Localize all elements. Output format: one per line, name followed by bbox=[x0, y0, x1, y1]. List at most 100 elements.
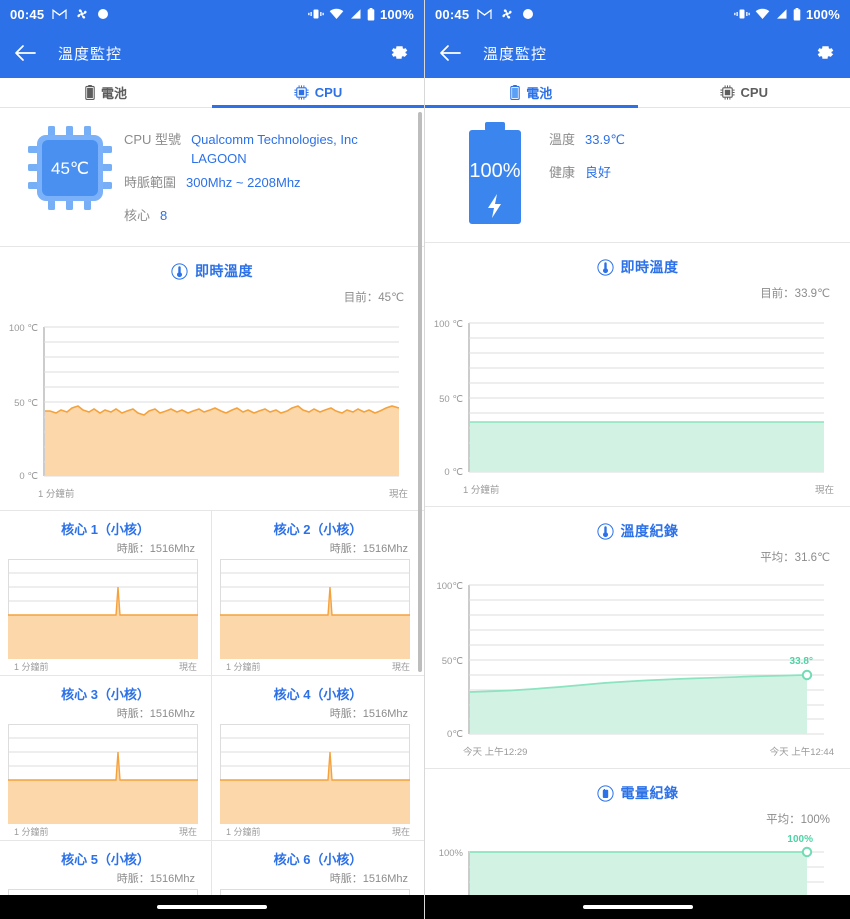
page-title: 溫度監控 bbox=[58, 45, 123, 63]
battery-info-row-health: 健康 良好 bbox=[549, 163, 834, 182]
system-nav-bar bbox=[0, 895, 424, 919]
section-title: 電量紀錄 bbox=[425, 779, 850, 805]
core-card-3: 核心 3（小核） 時脈：1516Mhz 1 分鐘前 現在 bbox=[0, 676, 212, 841]
x-end: 現在 bbox=[391, 827, 410, 837]
right-realtime-title: 即時溫度 bbox=[620, 259, 679, 275]
core-title: 核心 1（小核） bbox=[61, 522, 150, 537]
battery-history-point-label: 100% bbox=[787, 834, 813, 845]
core-card-4: 核心 4（小核） 時脈：1516Mhz 1 分鐘前 現在 bbox=[212, 676, 424, 841]
core-card-5: 核心 5（小核） 時脈：1516Mhz 1 分鐘前 現在 bbox=[0, 841, 212, 895]
status-battery-percent: 100% bbox=[805, 6, 840, 22]
x-start: 1 分鐘前 bbox=[14, 662, 49, 672]
chart-svg: 100 ℃ 50 ℃ 0 ℃ bbox=[9, 323, 400, 482]
circle-icon bbox=[522, 8, 534, 20]
cpu-cores-value: 8 bbox=[160, 208, 168, 223]
tab-cpu[interactable]: CPU bbox=[638, 78, 850, 107]
battery-level-badge: 100% bbox=[441, 122, 549, 226]
x-end: 現在 bbox=[391, 662, 410, 672]
wifi-icon bbox=[329, 8, 344, 20]
svg-text:50 ℃: 50 ℃ bbox=[14, 398, 38, 409]
tab-battery-label: 電池 bbox=[526, 86, 553, 101]
status-bar: 00:45 100% bbox=[0, 0, 424, 28]
thermometer-icon bbox=[596, 258, 614, 276]
pinwheel-icon bbox=[500, 7, 514, 21]
battery-history-average: 平均：100% bbox=[766, 814, 830, 826]
svg-text:0 ℃: 0 ℃ bbox=[19, 471, 38, 482]
temp-history-point-label: 33.8° bbox=[790, 656, 813, 667]
battery-temp-key: 溫度 bbox=[549, 132, 576, 147]
back-arrow-icon[interactable] bbox=[14, 44, 36, 62]
x-end: 今天 上午12:44 bbox=[769, 747, 834, 758]
left-phone-screen: 00:45 100% 溫度監控 電池 CPU 45℃ CPU 型號 Qualco… bbox=[0, 0, 425, 919]
battery-health-key: 健康 bbox=[549, 165, 576, 180]
battery-info-row-temp: 溫度 33.9℃ bbox=[549, 130, 834, 149]
thermometer-icon bbox=[171, 262, 188, 280]
core-clock: 時脈：1516Mhz bbox=[116, 543, 195, 555]
home-pill[interactable] bbox=[582, 905, 693, 909]
left-realtime-title: 即時溫度 bbox=[195, 263, 253, 279]
svg-text:0 ℃: 0 ℃ bbox=[444, 467, 463, 478]
battery-history-title: 電量紀錄 bbox=[620, 785, 679, 801]
battery-info-rows: 溫度 33.9℃ 健康 良好 bbox=[549, 122, 834, 187]
right-scroll-body[interactable]: 100% 溫度 33.9℃ 健康 良好 即時溫度 目前：33.9℃ 100 ℃ … bbox=[425, 108, 850, 895]
core-chart bbox=[8, 724, 198, 824]
chart-svg: 100℃ 50℃ 0℃ 33.8° bbox=[436, 581, 824, 740]
cpu-info-row-cores: 核心 8 bbox=[124, 206, 408, 225]
battery-icon bbox=[793, 7, 801, 21]
cpu-info-card: 45℃ CPU 型號 Qualcomm Technologies, Inc LA… bbox=[0, 108, 424, 247]
cpu-info-row-model: CPU 型號 Qualcomm Technologies, Inc LAGOON bbox=[124, 130, 408, 168]
core-clock: 時脈：1516Mhz bbox=[116, 708, 195, 720]
x-start: 1 分鐘前 bbox=[226, 827, 261, 837]
core-xaxis: 1 分鐘前 現在 bbox=[220, 659, 416, 673]
chart-svg: 100 ℃ 50 ℃ 0 ℃ bbox=[434, 319, 824, 478]
cpu-temp-badge: 45℃ bbox=[16, 122, 124, 214]
left-realtime-chart: 100 ℃ 50 ℃ 0 ℃ bbox=[0, 309, 424, 485]
core-chart bbox=[220, 724, 410, 824]
tab-cpu[interactable]: CPU bbox=[212, 78, 424, 108]
svg-text:100%: 100% bbox=[469, 160, 520, 182]
x-start: 1 分鐘前 bbox=[463, 485, 500, 496]
left-realtime-current: 目前：45℃ bbox=[343, 292, 404, 304]
x-end: 現在 bbox=[388, 489, 408, 500]
x-start: 1 分鐘前 bbox=[14, 827, 49, 837]
left-realtime-temp-section: 即時溫度 目前：45℃ 100 ℃ 50 ℃ 0 ℃ 1 分鐘前 現在 bbox=[0, 247, 424, 511]
back-arrow-icon[interactable] bbox=[439, 44, 461, 62]
right-realtime-chart: 100 ℃ 50 ℃ 0 ℃ bbox=[425, 305, 850, 481]
core-title: 核心 6（小核） bbox=[273, 852, 363, 867]
tab-battery[interactable]: 電池 bbox=[0, 78, 212, 107]
battery-icon bbox=[367, 7, 375, 21]
x-start: 1 分鐘前 bbox=[226, 662, 261, 672]
core-chart bbox=[220, 889, 410, 895]
chart-svg: 100% 100% bbox=[439, 834, 824, 895]
home-pill[interactable] bbox=[157, 905, 267, 909]
gear-icon[interactable] bbox=[388, 42, 410, 64]
tab-cpu-label: CPU bbox=[314, 85, 343, 100]
svg-text:50℃: 50℃ bbox=[442, 656, 464, 667]
temp-history-xaxis: 今天 上午12:29 今天 上午12:44 bbox=[425, 743, 850, 762]
vibrate-icon bbox=[308, 8, 324, 20]
tab-battery[interactable]: 電池 bbox=[425, 78, 638, 108]
status-clock: 00:45 bbox=[435, 6, 470, 22]
app-bar: 溫度監控 bbox=[425, 28, 850, 78]
gear-icon[interactable] bbox=[814, 42, 836, 64]
right-realtime-xaxis: 1 分鐘前 現在 bbox=[425, 481, 850, 500]
wifi-icon bbox=[755, 8, 770, 20]
cpu-chip-icon bbox=[719, 85, 735, 100]
scrollbar[interactable] bbox=[418, 112, 422, 672]
battery-history-section: 電量紀錄 平均：100% 100% 100% bbox=[425, 769, 850, 895]
temp-history-title: 溫度紀錄 bbox=[620, 523, 679, 539]
cpu-clock-key: 時脈範圍 bbox=[124, 175, 177, 190]
status-battery-percent: 100% bbox=[379, 6, 414, 22]
tab-cpu-label: CPU bbox=[740, 85, 768, 100]
battery-icon bbox=[596, 784, 614, 802]
battery-history-chart: 100% 100% bbox=[425, 831, 850, 895]
svg-text:45℃: 45℃ bbox=[51, 159, 89, 178]
cpu-chip-icon bbox=[294, 85, 309, 100]
left-scroll-body[interactable]: 45℃ CPU 型號 Qualcomm Technologies, Inc LA… bbox=[0, 108, 424, 895]
gmail-icon bbox=[477, 8, 492, 20]
x-end: 現在 bbox=[178, 662, 197, 672]
cpu-info-row-clock: 時脈範圍 300Mhz ~ 2208Mhz bbox=[124, 173, 408, 192]
svg-text:50 ℃: 50 ℃ bbox=[439, 394, 463, 405]
cpu-clock-value: 300Mhz ~ 2208Mhz bbox=[186, 175, 301, 190]
core-xaxis: 1 分鐘前 現在 bbox=[220, 824, 416, 838]
